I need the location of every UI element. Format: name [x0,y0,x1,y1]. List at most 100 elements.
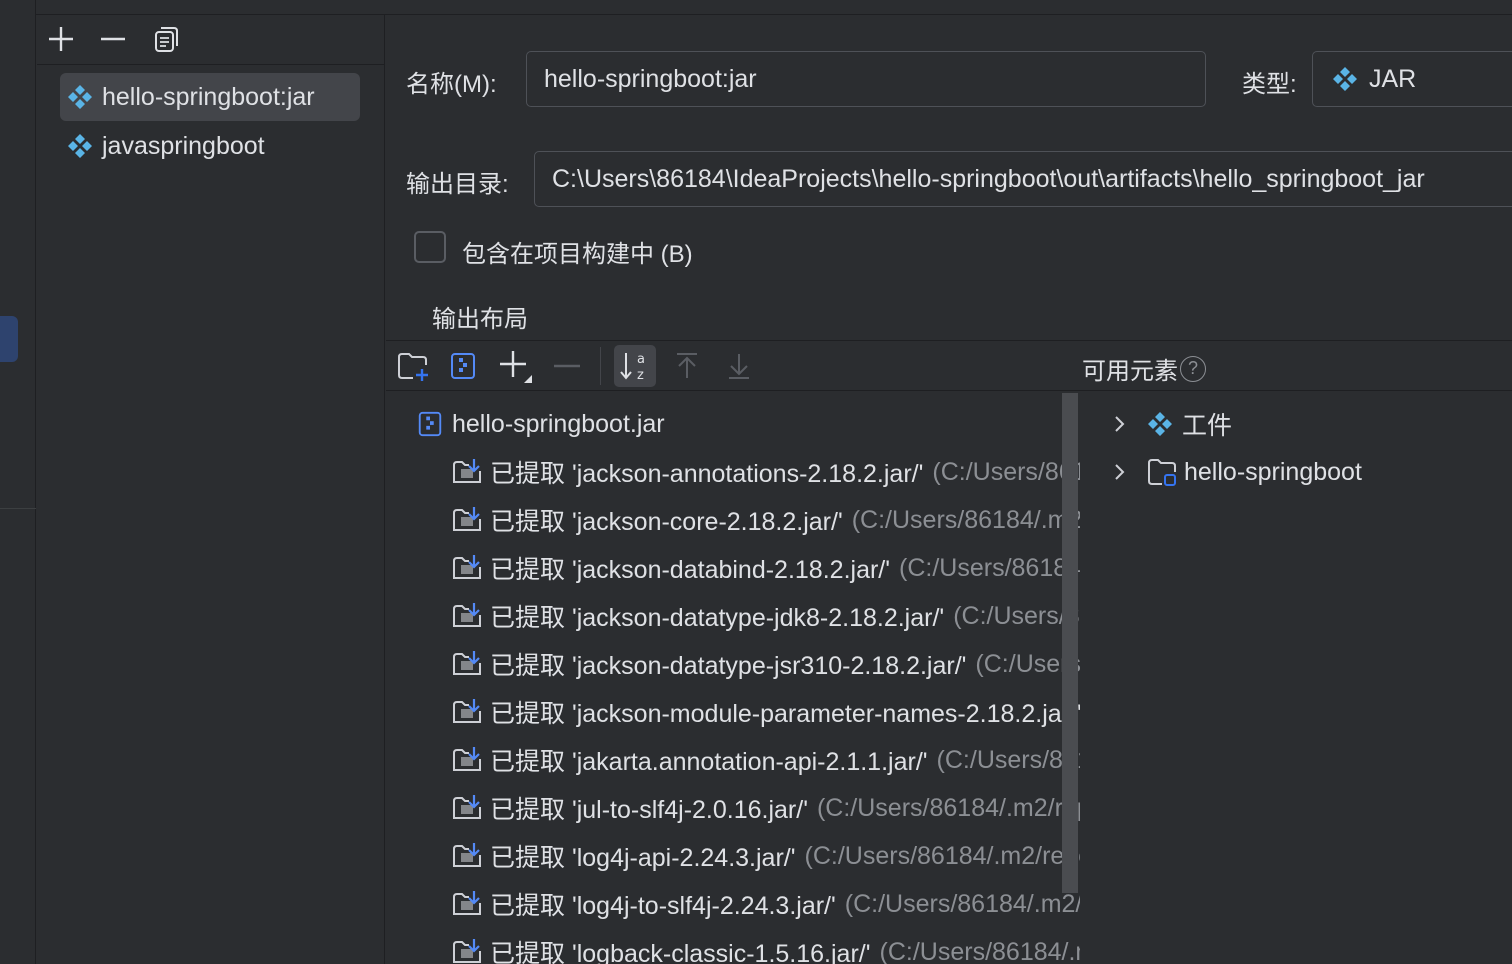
output-layout-tree: hello-springboot.jar 已提取 'jackson-annota… [386,392,1080,964]
tree-row-path: (C:/Users/86184/.m2/repository [879,937,1080,964]
type-label: 类型: [1242,71,1297,98]
extracted-jar-icon [453,699,481,723]
toolbar-separator [600,347,601,385]
available-item-module[interactable]: hello-springboot [1110,452,1362,492]
name-field-value: hello-springboot:jar [544,64,757,93]
move-down-button[interactable] [718,345,760,387]
tree-row-path: (C:/Users/86184/.m2/repository [851,505,1080,534]
extracted-jar-icon [453,555,481,579]
tree-row-path: (C:/Users/86184/.m2/repository [936,745,1080,774]
tree-row-name: 已提取 'jackson-databind-2.18.2.jar/' [490,556,891,584]
tree-row[interactable]: 已提取 'jackson-core-2.18.2.jar/' (C:/Users/… [452,500,1080,540]
artifacts-list-toolbar [37,15,385,65]
tree-row-name: 已提取 'log4j-api-2.24.3.jar/' [490,844,796,872]
tree-row-name: 已提取 'jackson-datatype-jdk8-2.18.2.jar/' [490,604,945,632]
artifact-icon [68,134,92,158]
tree-scrollbar[interactable] [1062,393,1078,893]
tree-row-name: 已提取 'jackson-annotations-2.18.2.jar/' [490,460,924,488]
arrow-up-icon [677,353,697,378]
remove-element-button[interactable] [546,345,588,387]
type-select-value: JAR [1369,64,1417,93]
tree-row[interactable]: 已提取 'logback-classic-1.5.16.jar/' (C:/Use… [452,932,1080,964]
artifact-item-label: javaspringboot [102,131,265,160]
tree-row-name: 已提取 'jakarta.annotation-api-2.1.1.jar/' [490,748,928,776]
create-archive-button[interactable] [442,345,484,387]
tree-row[interactable]: 已提取 'jackson-module-parameter-names-2.18… [452,692,1080,732]
minus-icon [101,37,125,41]
output-dir-field[interactable]: C:\Users\86184\IdeaProjects\hello-spring… [534,151,1512,207]
archive-icon [451,353,475,379]
tree-row[interactable]: 已提取 'log4j-to-slf4j-2.24.3.jar/' (C:/User… [452,884,1080,924]
tree-row-path: (C:/Users/86184/.m2/repository [932,457,1080,486]
tree-row-path: (C:/Users/86184/.m2/repository [816,793,1080,822]
tree-root-label: hello-springboot.jar [452,409,665,438]
help-icon[interactable]: ? [1180,355,1206,382]
output-layout-toolbar: a z [386,340,1512,391]
include-in-build-label: 包含在项目构建中 (B) [462,241,693,268]
available-elements-label: 可用元素 [1082,358,1178,385]
available-elements-tree: 工件 hello-springboot [1080,392,1512,964]
output-dir-label: 输出目录: [406,171,509,198]
artifact-icon [1333,67,1357,91]
tab-output-layout[interactable]: 输出布局 [432,299,528,334]
new-folder-icon [398,353,428,381]
extracted-jar-icon [453,651,481,675]
tree-row-name: 已提取 'jul-to-slf4j-2.0.16.jar/' [490,796,808,824]
extracted-jar-icon [453,459,481,483]
tree-row[interactable]: 已提取 'jackson-databind-2.18.2.jar/' (C:/Us… [452,548,1080,588]
available-elements-header: 可用元素 ? [1082,351,1206,386]
name-label: 名称(M): [406,71,497,98]
add-copy-button[interactable] [494,345,536,387]
type-select[interactable]: JAR [1312,51,1512,107]
artifact-item-hello-springboot-jar[interactable]: hello-springboot:jar [60,73,360,121]
tree-root-archive[interactable]: hello-springboot.jar [416,404,665,444]
available-item-label: hello-springboot [1184,457,1362,486]
artifacts-list-panel: hello-springboot:jar javaspringboot [37,15,385,964]
minus-icon [554,364,580,368]
tree-row-name: 已提取 'jackson-core-2.18.2.jar/' [490,508,843,536]
name-field[interactable]: hello-springboot:jar [526,51,1206,107]
add-artifact-button[interactable] [41,19,81,59]
settings-nav-strip [0,0,36,964]
available-item-artifacts[interactable]: 工件 [1110,404,1232,444]
tree-row-name: 已提取 'log4j-to-slf4j-2.24.3.jar/' [490,892,836,920]
tree-row-name: 已提取 'jackson-datatype-jsr310-2.18.2.jar/… [490,652,967,680]
svg-text:a: a [637,352,645,367]
sort-alpha-icon: a z [620,352,645,383]
chevron-right-icon[interactable] [1110,414,1130,434]
extracted-jar-icon [453,795,481,819]
module-folder-icon [1148,459,1176,486]
output-dir-value: C:\Users\86184\IdeaProjects\hello-spring… [552,164,1425,193]
artifact-icon [1148,412,1172,436]
nav-selection-marker [0,316,18,362]
archive-icon [418,411,442,437]
sort-alphabetically-button[interactable]: a z [614,345,656,387]
tree-row-name: 已提取 'logback-classic-1.5.16.jar/' [490,940,871,964]
tree-row[interactable]: 已提取 'jackson-annotations-2.18.2.jar/' (C:… [452,452,1080,492]
include-in-build-checkbox[interactable] [414,231,446,263]
extracted-jar-icon [453,843,481,867]
nav-divider [0,508,36,509]
tree-row[interactable]: 已提取 'jackson-datatype-jsr310-2.18.2.jar/… [452,644,1080,684]
tree-row[interactable]: 已提取 'jackson-datatype-jdk8-2.18.2.jar/' (… [452,596,1080,636]
tree-row[interactable]: 已提取 'jul-to-slf4j-2.0.16.jar/' (C:/Users/… [452,788,1080,828]
tree-row[interactable]: 已提取 'jakarta.annotation-api-2.1.1.jar/' (… [452,740,1080,780]
tree-row-path: (C:/Users/86184/.m2/repository [953,601,1080,630]
copy-artifact-button[interactable] [145,19,185,59]
tree-row[interactable]: 已提取 'log4j-api-2.24.3.jar/' (C:/Users/861… [452,836,1080,876]
artifact-item-javaspringboot[interactable]: javaspringboot [60,122,360,170]
move-up-button[interactable] [666,345,708,387]
copy-icon [155,27,178,52]
plus-dropdown-icon [500,351,532,383]
svg-text:z: z [637,368,644,383]
remove-artifact-button[interactable] [93,19,133,59]
extracted-jar-icon [453,507,481,531]
chevron-right-icon[interactable] [1110,462,1130,482]
tree-row-name: 已提取 'jackson-module-parameter-names-2.18… [490,700,1080,728]
extracted-jar-icon [453,603,481,627]
available-item-label: 工件 [1182,412,1233,440]
artifact-item-label: hello-springboot:jar [102,82,315,111]
extracted-jar-icon [453,939,481,963]
create-directory-button[interactable] [392,345,434,387]
plus-icon [49,27,73,51]
